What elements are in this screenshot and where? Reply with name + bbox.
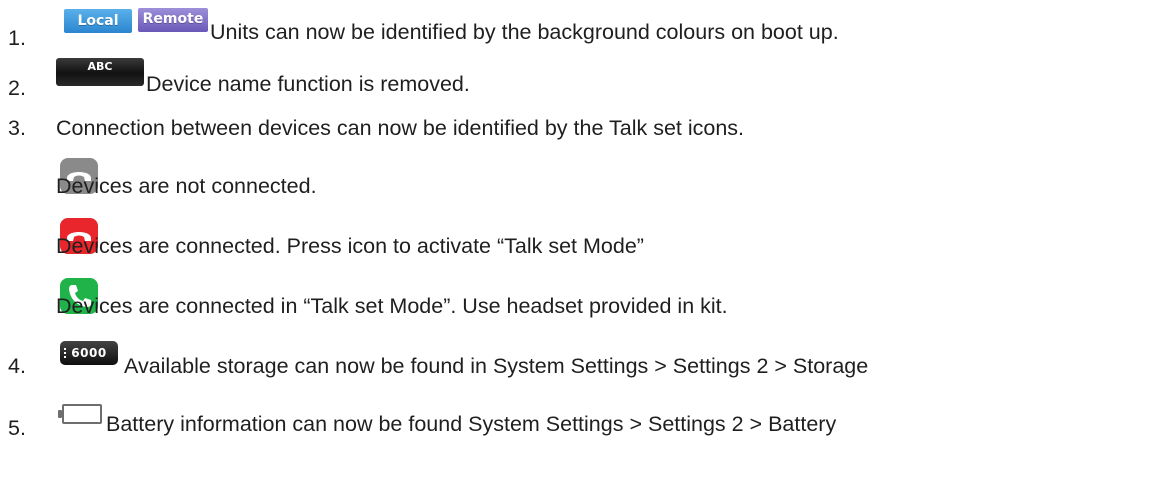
item-number: 2. [8, 76, 26, 100]
abc-badge: ABC [56, 58, 144, 86]
remote-badge: Remote [138, 8, 208, 32]
item-text: Units can now be identified by the backg… [210, 20, 839, 44]
item-text: Connection between devices can now be id… [56, 116, 745, 140]
item-number: 4. [8, 354, 26, 378]
list-item-5: 5. Battery information can now be found … [0, 402, 1154, 442]
battery-icon [58, 404, 102, 424]
item-number: 3. [8, 116, 26, 140]
list-item-4: 4. 6000 Available storage can now be fou… [0, 340, 1154, 380]
talkset-item-talkset-mode: Devices are connected in “Talk set Mode”… [0, 278, 1154, 318]
item-text: Available storage can now be found in Sy… [124, 354, 869, 378]
list-item-2: 2. ABC Device name function is removed. [0, 58, 1154, 99]
list-item-1: 1. Local Remote Units can now be identif… [0, 8, 1154, 49]
item-number: 1. [8, 26, 26, 50]
item-text: Device name function is removed. [146, 72, 470, 96]
item-text: Devices are not connected. [56, 174, 317, 198]
talkset-item-connected: Devices are connected. Press icon to act… [0, 218, 1154, 258]
item-text: Devices are connected. Press icon to act… [56, 234, 644, 258]
storage-badge: 6000 [60, 341, 118, 365]
item-number: 5. [8, 416, 26, 440]
local-badge: Local [64, 9, 132, 33]
list-item-3: 3. Connection between devices can now be… [0, 112, 1154, 144]
item-text: Devices are connected in “Talk set Mode”… [56, 294, 728, 318]
talkset-item-disconnected: Devices are not connected. [0, 158, 1154, 198]
item-text: Battery information can now be found Sys… [106, 412, 837, 436]
